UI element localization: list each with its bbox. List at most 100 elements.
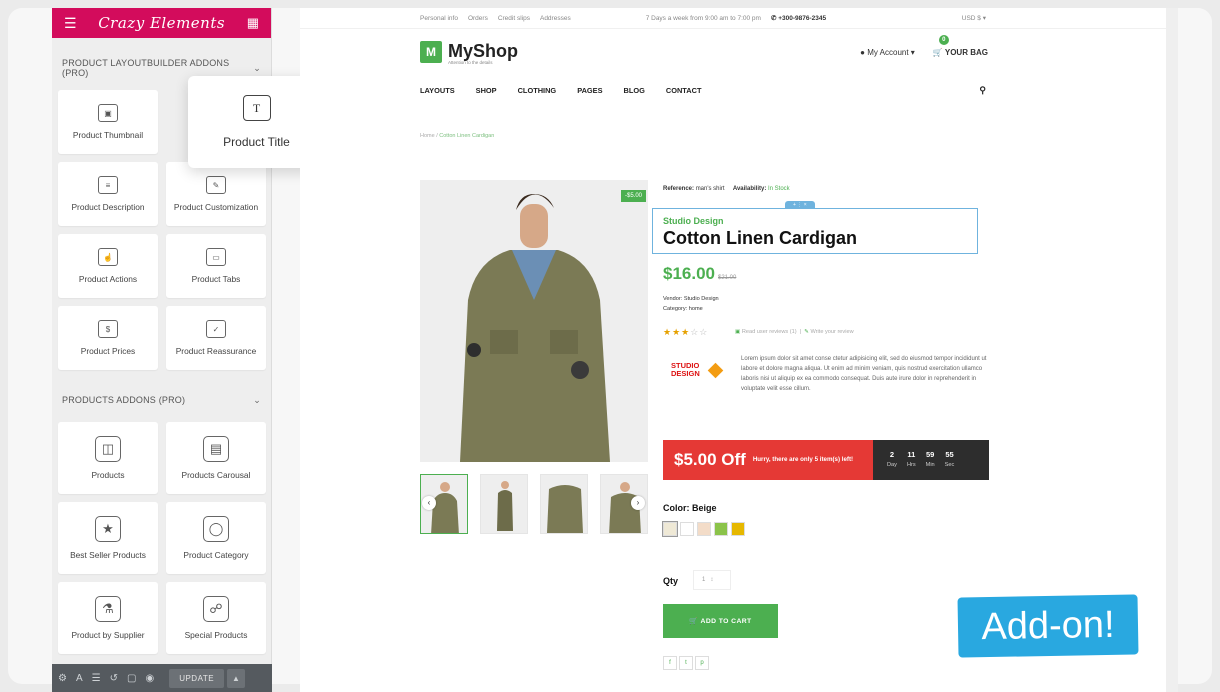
product-info: Reference: man's shirt Availability: In …: [652, 186, 993, 670]
currency-value: USD $: [961, 15, 981, 22]
topbar-link-addresses[interactable]: Addresses: [540, 15, 571, 22]
breadcrumb: Home / Cotton Linen Cardigan: [420, 133, 495, 139]
preview-eye-icon[interactable]: ◉: [145, 673, 154, 684]
widget-product-category[interactable]: ◯ Product Category: [166, 502, 266, 574]
brand-logo-diamond-icon: [707, 362, 724, 379]
special-products-icon: ☍: [203, 596, 229, 622]
breadcrumb-current: Cotton Linen Cardigan: [439, 133, 495, 139]
settings-icon[interactable]: ⚙: [58, 673, 67, 684]
widget-label: Product Prices: [80, 346, 136, 356]
account-label: My Account: [867, 48, 909, 57]
site-header: M MyShop Attention to the details ● My A…: [300, 28, 1166, 76]
add-to-cart-button[interactable]: 🛒 ADD TO CART: [663, 604, 778, 638]
widget-best-seller-products[interactable]: ★ Best Seller Products: [58, 502, 158, 574]
my-account-menu[interactable]: ● My Account ▾: [860, 48, 915, 57]
shopping-bag-icon: ◫: [95, 436, 121, 462]
widgets-grid-icon[interactable]: ▦: [247, 15, 259, 31]
countdown-value: 2: [889, 450, 895, 459]
cart-bag[interactable]: 0 🛒 YOUR BAG: [933, 35, 988, 57]
widget-products-carousal[interactable]: ▤ Products Carousal: [166, 422, 266, 494]
site-logo[interactable]: M MyShop Attention to the details: [420, 40, 518, 65]
color-swatch[interactable]: [662, 521, 678, 537]
widget-product-tabs[interactable]: ▭ Product Tabs: [166, 234, 266, 298]
reference-label: Reference:: [663, 186, 695, 192]
read-reviews-link[interactable]: Read user reviews (1): [742, 329, 797, 335]
widget-special-products[interactable]: ☍ Special Products: [166, 582, 266, 654]
twitter-icon[interactable]: t: [679, 656, 693, 670]
widget-handle-icon[interactable]: + ⋮ ×: [785, 201, 815, 209]
widget-product-thumbnail[interactable]: ▣ Product Thumbnail: [58, 90, 158, 154]
thumbnail[interactable]: [540, 474, 588, 534]
pinterest-icon[interactable]: p: [695, 656, 709, 670]
topbar-link-credit-slips[interactable]: Credit slips: [498, 15, 530, 22]
color-swatch[interactable]: [680, 522, 694, 536]
deal-amount: $5.00 Off: [674, 450, 746, 469]
countdown-day: 2 Day: [887, 450, 897, 470]
product-vendor-category: Vendor: Studio Design Category: home: [663, 294, 719, 314]
widget-product-by-supplier[interactable]: ⚗ Product by Supplier: [58, 582, 158, 654]
product-main-image[interactable]: -$5.00: [420, 180, 648, 462]
search-icon[interactable]: ⚲: [979, 85, 986, 96]
current-price: $16.00: [663, 264, 715, 283]
update-options-caret-icon[interactable]: ▲: [227, 668, 245, 688]
breadcrumb-home[interactable]: Home: [420, 133, 435, 139]
widget-product-prices[interactable]: $ Product Prices: [58, 306, 158, 370]
nav-contact[interactable]: CONTACT: [666, 86, 702, 95]
brand-logo[interactable]: STUDIO DESIGN: [671, 362, 700, 378]
color-swatch[interactable]: [714, 522, 728, 536]
quantity-label: Qty: [663, 576, 679, 586]
widget-label: Product Description: [71, 202, 145, 212]
nav-clothing[interactable]: CLOTHING: [518, 86, 557, 95]
widget-product-description[interactable]: ≡ Product Description: [58, 162, 158, 226]
thumbnail[interactable]: [480, 474, 528, 534]
countdown-minutes: 59 Min: [926, 450, 935, 470]
product-title: Cotton Linen Cardigan: [663, 228, 857, 248]
availability-label: Availability:: [732, 186, 767, 192]
quantity-stepper[interactable]: 1 ↕: [693, 570, 731, 590]
chevron-down-icon[interactable]: ⌄: [253, 63, 261, 74]
widget-product-customization[interactable]: ✎ Product Customization: [166, 162, 266, 226]
topbar-link-personal-info[interactable]: Personal info: [420, 15, 458, 22]
old-price: $21.00: [718, 275, 737, 281]
color-swatch[interactable]: [697, 522, 711, 536]
product-brand[interactable]: Studio Design: [663, 216, 724, 226]
topbar-link-orders[interactable]: Orders: [468, 15, 488, 22]
countdown-unit: Hrs: [906, 462, 916, 468]
menu-icon[interactable]: ☰: [64, 15, 77, 32]
chevron-down-icon[interactable]: ⌄: [253, 395, 261, 406]
layers-icon[interactable]: ☰: [92, 673, 101, 684]
nav-blog[interactable]: BLOG: [624, 86, 645, 95]
category-text: Category: home: [663, 306, 703, 312]
countdown-value: 11: [907, 450, 916, 459]
color-swatches: [662, 521, 745, 537]
countdown-unit: Min: [925, 462, 935, 468]
currency-selector[interactable]: USD $ ▾: [962, 14, 986, 22]
shop-preview: Personal info Orders Credit slips Addres…: [300, 8, 1166, 692]
thumbnail-prev-arrow-icon[interactable]: ‹: [422, 496, 436, 510]
widget-product-reassurance[interactable]: ✓ Product Reassurance: [166, 306, 266, 370]
responsive-icon[interactable]: ▢: [127, 673, 136, 684]
product-price: $16.00 $21.00: [663, 264, 736, 284]
comment-icon: ▣: [735, 329, 741, 335]
widget-label: Product Reassurance: [175, 346, 257, 356]
facebook-icon[interactable]: f: [663, 656, 677, 670]
widget-products[interactable]: ◫ Products: [58, 422, 158, 494]
opening-hours: 7 Days a week from 9:00 am to 7:00 pm: [645, 14, 761, 22]
top-bar: Personal info Orders Credit slips Addres…: [300, 8, 1166, 28]
text-title-icon: T: [242, 95, 271, 121]
widget-label: Product Tabs: [191, 274, 241, 284]
write-review-link[interactable]: Write your review: [811, 329, 854, 335]
star-icons-filled: ★★★: [663, 327, 691, 337]
section-header-products[interactable]: PRODUCTS ADDONS (PRO) ⌄: [52, 384, 271, 416]
widget-product-actions[interactable]: ☝ Product Actions: [58, 234, 158, 298]
preview-scrollbar[interactable]: [1166, 8, 1178, 692]
color-swatch[interactable]: [731, 522, 745, 536]
style-icon[interactable]: A: [76, 673, 83, 684]
update-button[interactable]: UPDATE: [169, 668, 225, 688]
nav-shop[interactable]: SHOP: [476, 86, 497, 95]
widget-label: Product by Supplier: [71, 630, 145, 640]
thumbnail-next-arrow-icon[interactable]: ›: [631, 496, 645, 510]
nav-layouts[interactable]: LAYOUTS: [420, 86, 455, 95]
nav-pages[interactable]: PAGES: [577, 86, 602, 95]
history-icon[interactable]: ↺: [110, 673, 118, 684]
